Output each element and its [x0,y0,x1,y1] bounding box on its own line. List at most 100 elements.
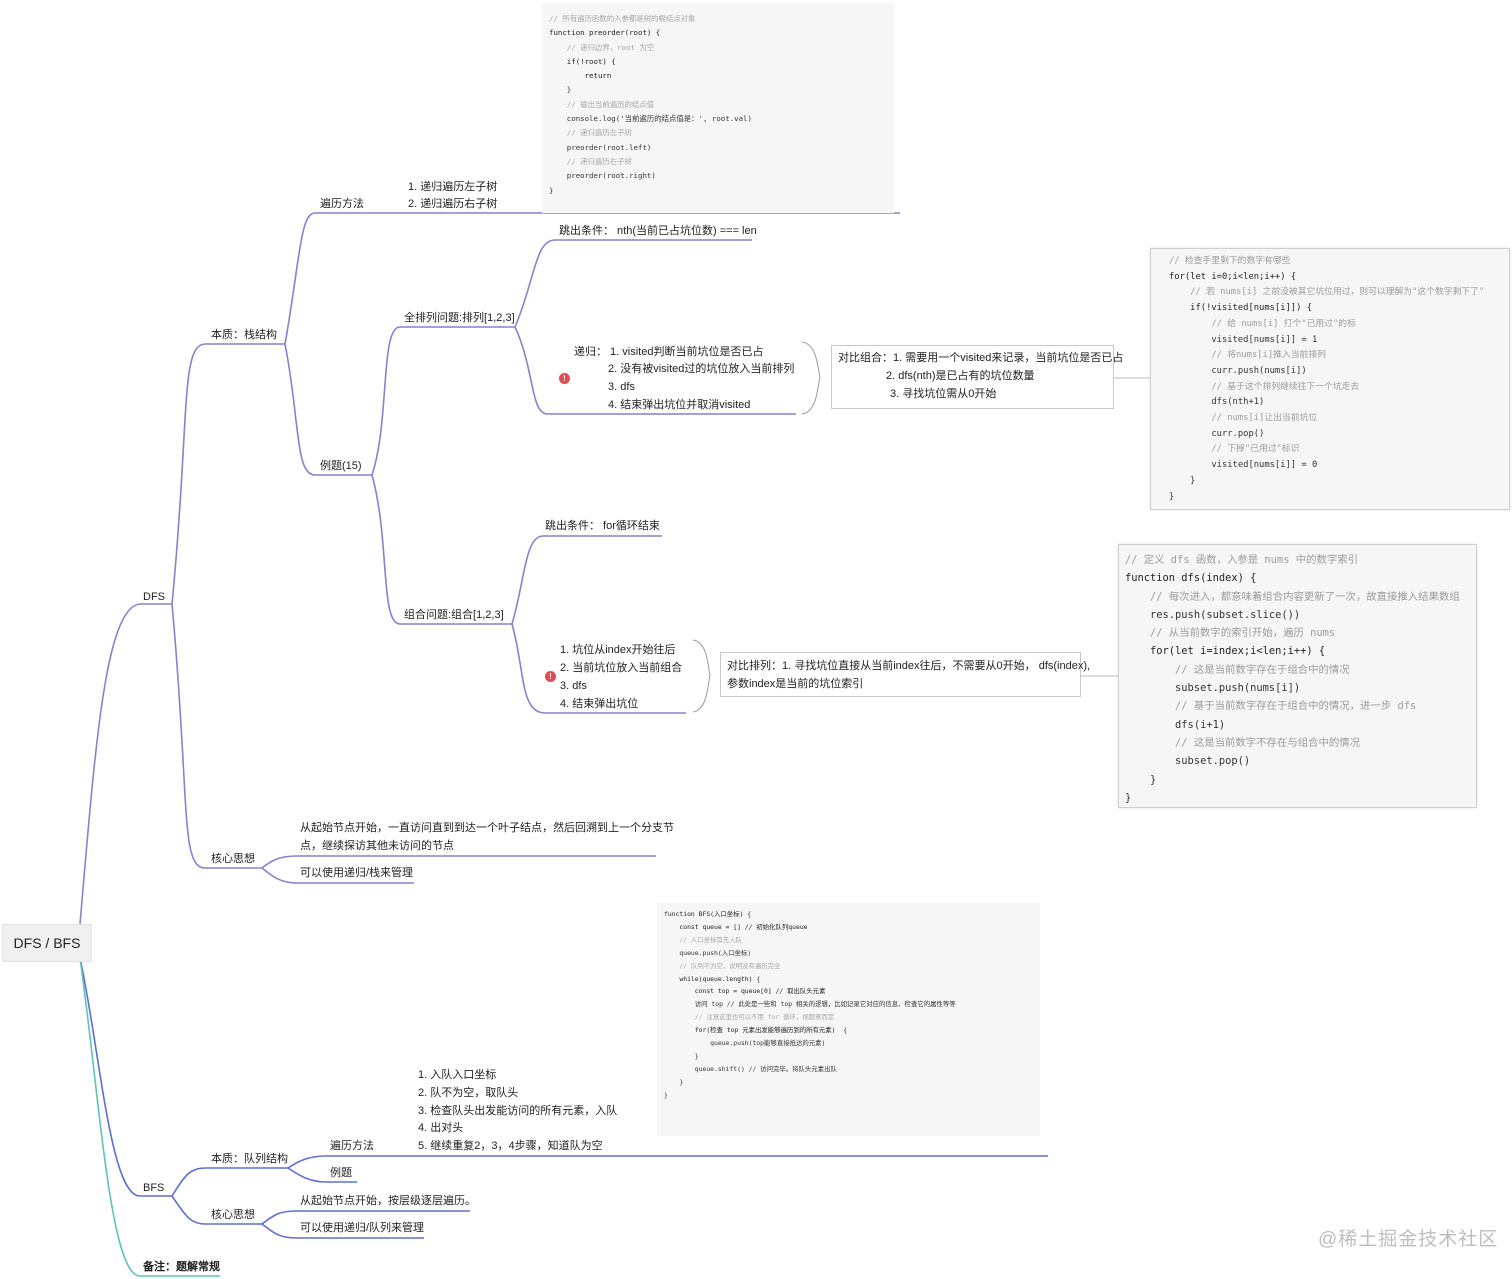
dfs-core-note[interactable]: 可以使用递归/栈来管理 [300,866,413,880]
code-line: // 注意这里也可以不用 for 循环，视题意而定 [664,1013,835,1022]
link-dfs-core [171,603,206,869]
perm-code-image: // 检查手里剩下的数字有哪些 for(let i=0;i<len;i++) { … [1150,248,1510,510]
comb-step-4: 4. 结束弹出坑位 [560,698,639,710]
code-line: // 递归遍历右子树 [549,156,632,166]
remark-node[interactable]: 备注：题解常规 [143,1260,220,1274]
comb-marker-icon: ! [545,671,556,682]
bfs-node[interactable]: BFS [143,1181,164,1195]
code-line: res.push(subset.slice()) [1125,608,1301,621]
code-line: // 队列不为空，说明没有遍历完全 [664,961,781,970]
preorder-code-image: // 所有遍历函数的入参都是树的根结点对象 function preorder(r… [542,3,894,213]
code-line: curr.push(nums[i]) [1169,365,1307,376]
code-line: for(let i=index;i<len;i++) { [1125,645,1326,658]
code-line: preorder(root.left) [549,142,652,152]
code-line: const top = queue[0] // 取出队头元素 [664,987,826,996]
code-line: subset.push(nums[i]) [1125,682,1301,695]
comb-compare-box[interactable]: 对比排列：1. 寻找坑位直接从当前index往后，不需要从0开始， dfs(in… [720,652,1091,697]
comb-exit-node[interactable]: 跳出条件： for循环结束 [545,519,660,533]
code-line: // 这是当前数字不存在与组合中的情况 [1125,736,1361,749]
bfs-core-idea[interactable]: 从起始节点开始，按层级逐层遍历。 [300,1194,476,1208]
perm-recursion-line-3: 3. dfs [608,381,635,393]
code-line: // 每次进入，都意味着组合内容更新了一次，故直接推入结果数组 [1125,590,1460,603]
comb-compare-line-1: 对比排列：1. 寻找坑位直接从当前index往后，不需要从0开始， dfs(in… [727,660,1091,672]
code-line: return [549,71,612,81]
examples-node[interactable]: 例题(15) [320,459,362,473]
dfs-core-idea-line-2: 点，继续探访其他未访问的节点 [300,840,454,852]
comb-compare-line-2: 参数index是当前的坑位索引 [727,678,864,690]
code-line: curr.pop() [1169,428,1265,439]
link-dfs-stack [171,343,206,605]
dfs-core-node[interactable]: 核心思想 [211,852,255,866]
code-line: queue.push(入口坐标) [664,948,752,957]
comb-step-1: 1. 坑位从index开始往后 [560,644,676,656]
code-line: // 检查手里剩下的数字有哪些 [1169,256,1291,266]
code-line: for(检查 top 元素出发能够遍历到的所有元素) { [664,1026,848,1035]
code-line: // 所有遍历函数的入参都是树的根结点对象 [549,14,696,23]
bfs-traverse-node[interactable]: 遍历方法 [330,1139,374,1153]
code-line: dfs(nth+1) [1169,397,1265,408]
code-line: console.log('当前遍历的结点值是：', root.val) [549,114,752,124]
code-line: subset.pop() [1125,755,1251,768]
code-line: // nums[i]让出当前坑位 [1169,413,1318,424]
code-line: // 给 nums[i] 打个"已用过"的标 [1169,318,1356,329]
perm-compare-box[interactable]: 对比组合：1. 需要用一个visited来记录，当前坑位是否已占 2. dfs(… [831,345,1124,409]
perm-compare-line-1: 对比组合：1. 需要用一个visited来记录，当前坑位是否已占 [838,352,1124,364]
code-line: } [1169,475,1196,486]
code-line: // 基于当前数字存在于组合中的情况，进一步 dfs [1125,700,1417,713]
comb-node[interactable]: 组合问题:组合[1,2,3] [404,608,504,622]
code-line: } [1169,491,1175,502]
link-root-bfs [79,957,141,1197]
perm-exit-node[interactable]: 跳出条件： nth(当前已占坑位数) === len [559,224,757,238]
code-line: // 若 nums[i] 之前没被其它坑位用过，则可以理解为"这个数字剩下了" [1169,287,1485,298]
code-line: while(queue.length) { [664,974,761,983]
dfs-traverse-item-1: 1. 递归遍历左子树 [408,181,498,193]
code-line: } [549,185,554,195]
bfs-code-image: function BFS(入口坐标) { const queue = [] //… [657,903,1040,1136]
code-line: visited[nums[i]] = 0 [1169,460,1318,471]
code-line: if(!visited[nums[i]]) { [1169,303,1312,314]
code-line: queue.shift() // 访问完毕。将队头元素出队 [664,1064,837,1073]
comb-step-3: 3. dfs [560,680,587,692]
queue-node[interactable]: 本质：队列结构 [211,1152,288,1166]
bfs-step-4: 4. 出对头 [418,1122,464,1134]
code-line: queue.push(top能够直接抵达的元素) [664,1039,826,1048]
code-line: // 从当前数字的索引开始，遍历 nums [1125,627,1336,640]
code-line: } [664,1077,684,1086]
code-line: for(let i=0;i<len;i++) { [1169,271,1297,282]
bfs-core-node[interactable]: 核心思想 [211,1208,255,1222]
comb-code-image: // 定义 dfs 函数，入参是 nums 中的数字索引 function dfs… [1118,544,1477,808]
dfs-node[interactable]: DFS [143,590,165,604]
stack-node[interactable]: 本质：栈结构 [211,328,277,342]
perm-recursion-line-1: 递归： 1. visited判断当前坑位是否已占 [574,346,764,358]
code-line: // 将nums[i]推入当前排列 [1169,350,1326,361]
code-line: // 定义 dfs 函数，入参是 nums 中的数字索引 [1125,554,1359,566]
code-line: visited[nums[i]] = 1 [1169,334,1318,345]
code-line: preorder(root.right) [549,171,656,181]
code-line: // 入口坐标首先入队 [664,935,743,944]
code-line: dfs(i+1) [1125,718,1226,731]
bfs-step-1: 1. 入队入口坐标 [418,1069,497,1081]
perm-node[interactable]: 全排列问题:排列[1,2,3] [404,311,515,325]
dfs-traverse-item-2: 2. 递归遍历右子树 [408,198,498,210]
bfs-examples-node[interactable]: 例题 [330,1166,352,1180]
code-line: // 下掉"已用过"标识 [1169,444,1300,455]
perm-recursion-line-2: 2. 没有被visited过的坑位放入当前排列 [608,363,795,375]
dfs-core-idea-line-1: 从起始节点开始，一直访问直到到达一个叶子结点，然后回溯到上一个分支节 [300,822,674,834]
code-line: // 递归遍历左子树 [549,128,632,138]
bfs-core-note[interactable]: 可以使用递归/队列来管理 [300,1221,424,1235]
code-line: function dfs(index) { [1125,572,1257,585]
code-line: } [1125,791,1132,804]
comb-step-2: 2. 当前坑位放入当前组合 [560,662,683,674]
perm-compare-line-2: 2. dfs(nth)是已占有的坑位数量 [886,370,1035,382]
code-line: function BFS(入口坐标) { [664,910,752,918]
code-line: } [664,1090,668,1099]
root-node[interactable]: DFS / BFS [2,924,92,962]
code-line: } [549,85,572,95]
link-root-dfs [79,603,141,925]
dfs-traverse-node[interactable]: 遍历方法 [320,197,364,211]
bfs-step-3: 3. 检查队头出发能访问的所有元素，入队 [418,1105,618,1117]
code-line: } [664,1051,699,1060]
bfs-step-5: 5. 继续重复2，3，4步骤，知道队为空 [418,1140,603,1152]
root-label: DFS / BFS [13,935,81,951]
code-line: const queue = [] // 初始化队列queue [664,922,808,931]
